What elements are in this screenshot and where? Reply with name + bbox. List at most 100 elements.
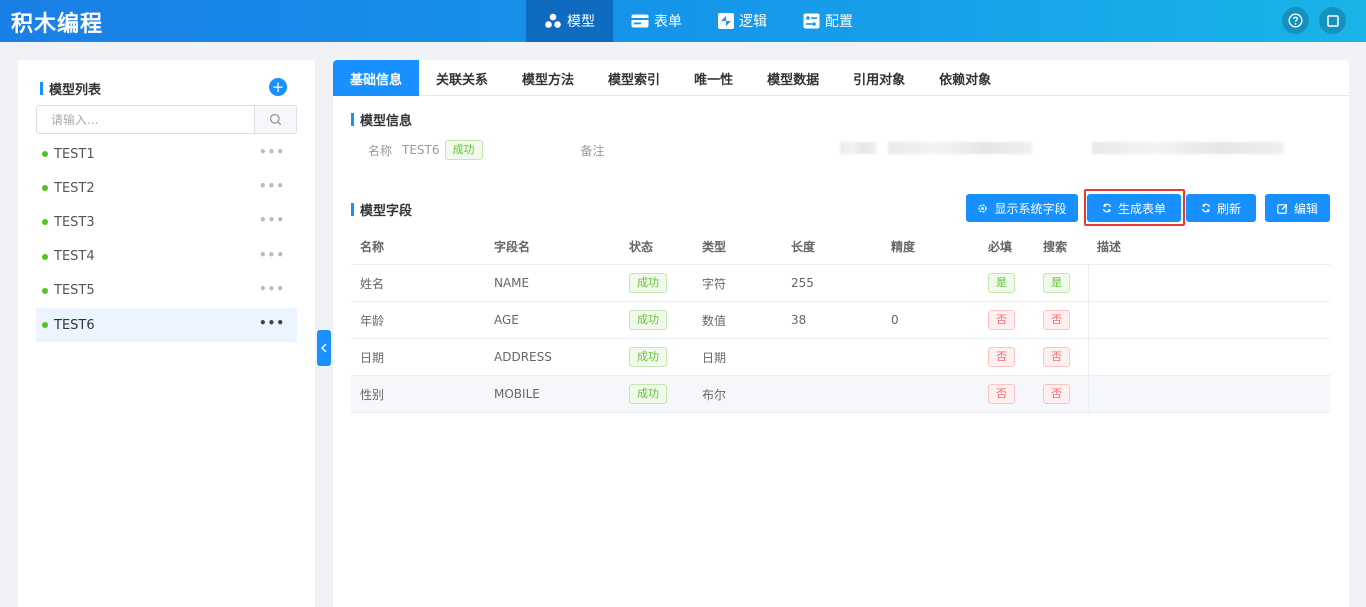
model-item-test2[interactable]: TEST2 •••	[36, 171, 297, 205]
tab-relations[interactable]: 关联关系	[419, 60, 505, 96]
status-dot	[42, 185, 48, 192]
cell-description	[1088, 302, 1330, 338]
tab-references[interactable]: 引用对象	[836, 60, 922, 96]
refresh-icon	[1201, 203, 1211, 213]
column-header: 状态	[629, 239, 654, 254]
redacted-text	[1092, 142, 1284, 154]
cell-status: 成功	[620, 384, 693, 404]
cell-required: 否	[979, 310, 1034, 330]
more-icon[interactable]: •••	[259, 248, 285, 262]
topnav-config[interactable]: 配置	[785, 0, 871, 42]
remark-label: 备注	[580, 143, 605, 158]
refresh-button[interactable]: 刷新	[1186, 194, 1256, 222]
cell-name: 年龄	[360, 313, 385, 328]
search-badge: 否	[1043, 310, 1070, 330]
name-label: 名称	[368, 143, 393, 158]
table-row[interactable]: 姓名 NAME 成功 字符 255 是 是	[351, 265, 1330, 302]
model-search-button[interactable]	[254, 106, 296, 133]
cell-search: 否	[1034, 347, 1088, 367]
model-item-label: TEST2	[54, 180, 95, 196]
status-dot	[42, 219, 48, 226]
column-header: 搜索	[1043, 239, 1068, 254]
model-info-row: 名称 TEST6 成功 备注	[368, 140, 605, 160]
model-fields-heading: 模型字段	[351, 200, 412, 219]
collapse-panel-button[interactable]	[317, 330, 331, 366]
status-badge: 成功	[629, 310, 667, 330]
tab-model-data[interactable]: 模型数据	[750, 60, 836, 96]
cell-status: 成功	[620, 273, 693, 293]
config-icon	[803, 13, 820, 29]
cell-search: 否	[1034, 384, 1088, 404]
cell-type: 数值	[702, 313, 727, 328]
table-row[interactable]: 日期 ADDRESS 成功 日期 否 否	[351, 339, 1330, 376]
tab-methods[interactable]: 模型方法	[505, 60, 591, 96]
heading-bar	[351, 203, 354, 216]
column-header: 必填	[988, 239, 1013, 254]
cell-required: 否	[979, 384, 1034, 404]
topnav-logic[interactable]: 逻辑	[700, 0, 785, 42]
model-item-label: TEST5	[54, 283, 95, 299]
more-icon[interactable]: •••	[259, 213, 285, 227]
highlight-box	[1084, 189, 1185, 226]
cell-length: 255	[791, 276, 814, 290]
table-row[interactable]: 年龄 AGE 成功 数值 38 0 否 否	[351, 302, 1330, 339]
tab-uniqueness[interactable]: 唯一性	[677, 60, 750, 96]
model-info-title: 模型信息	[360, 114, 413, 129]
cell-type: 布尔	[702, 387, 727, 402]
column-header: 名称	[360, 239, 385, 254]
cell-search: 否	[1034, 310, 1088, 330]
topnav-model[interactable]: 模型	[526, 0, 613, 42]
model-item-test1[interactable]: TEST1 •••	[36, 137, 297, 171]
edit-icon	[1277, 203, 1288, 214]
model-item-test6[interactable]: TEST6 •••	[36, 307, 297, 343]
model-list-title: 模型列表	[49, 83, 102, 98]
cell-status: 成功	[620, 310, 693, 330]
show-system-fields-button[interactable]: 显示系统字段	[966, 194, 1078, 222]
cell-field: AGE	[494, 313, 519, 327]
cell-field: NAME	[494, 276, 530, 290]
fullscreen-button[interactable]	[1319, 7, 1346, 34]
model-item-test3[interactable]: TEST3 •••	[36, 205, 297, 239]
model-search-input[interactable]	[37, 106, 254, 133]
status-dot	[42, 151, 48, 158]
more-icon[interactable]: •••	[259, 145, 285, 159]
fields-table: 名称 字段名 状态 类型 长度 精度 必填 搜索 描述 姓名 NAME 成功 字…	[351, 228, 1330, 413]
detail-tabs: 基础信息 关联关系 模型方法 模型索引 唯一性 模型数据 引用对象 依赖对象	[333, 60, 1349, 96]
model-list-heading: 模型列表	[40, 79, 101, 98]
more-icon[interactable]: •••	[259, 282, 285, 296]
cell-length: 38	[791, 313, 807, 327]
status-badge: 成功	[629, 347, 667, 367]
top-bar: 积木编程 模型 表单 逻辑 配置	[0, 0, 1366, 42]
help-button[interactable]	[1282, 7, 1309, 34]
search-badge: 是	[1043, 273, 1070, 293]
app-title: 积木编程	[11, 12, 104, 37]
table-row[interactable]: 性别 MOBILE 成功 布尔 否 否	[351, 376, 1330, 413]
topnav-config-label: 配置	[825, 14, 853, 30]
search-badge: 否	[1043, 347, 1070, 367]
search-badge: 否	[1043, 384, 1070, 404]
more-icon[interactable]: •••	[259, 179, 285, 193]
topnav-form[interactable]: 表单	[613, 0, 700, 42]
column-header: 类型	[702, 239, 727, 254]
cell-type: 字符	[702, 276, 727, 291]
cell-required: 否	[979, 347, 1034, 367]
add-model-button[interactable]: +	[269, 78, 287, 96]
refresh-label: 刷新	[1216, 201, 1241, 216]
cell-name: 日期	[360, 350, 385, 365]
tab-basic-info[interactable]: 基础信息	[333, 60, 420, 96]
tab-indexes[interactable]: 模型索引	[591, 60, 677, 96]
topnav-model-label: 模型	[567, 14, 595, 30]
model-search	[36, 105, 297, 134]
model-item-label: TEST6	[54, 317, 95, 333]
status-badge: 成功	[629, 273, 667, 293]
heading-bar	[351, 113, 354, 126]
tab-dependencies[interactable]: 依赖对象	[922, 60, 1008, 96]
model-item-test5[interactable]: TEST5 •••	[36, 274, 297, 308]
redacted-text	[888, 142, 1032, 154]
help-icon	[1288, 13, 1303, 28]
more-icon[interactable]: •••	[259, 316, 285, 330]
search-icon	[269, 113, 282, 126]
edit-button[interactable]: 编辑	[1265, 194, 1330, 222]
model-item-test4[interactable]: TEST4 •••	[36, 240, 297, 274]
show-system-fields-label: 显示系统字段	[994, 201, 1067, 216]
